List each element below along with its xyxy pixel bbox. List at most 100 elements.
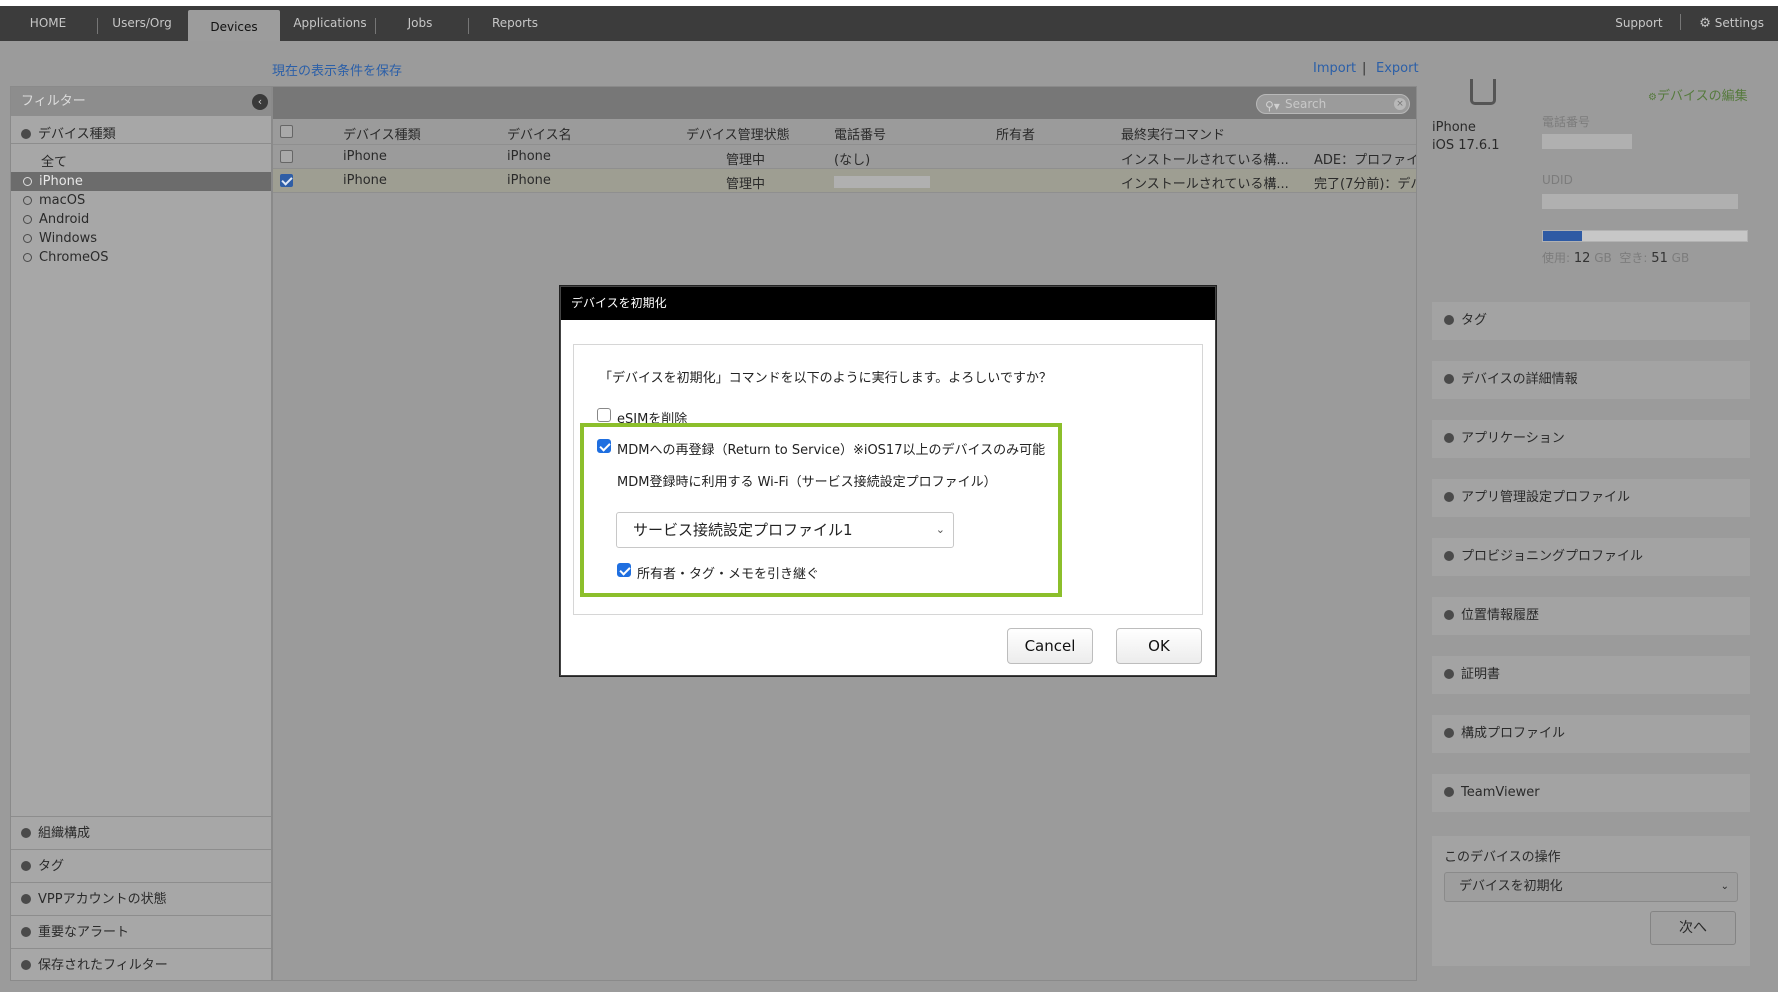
row-checkbox[interactable] [280,174,293,187]
save-view-link[interactable]: 現在の表示条件を保存 [272,60,402,79]
dialog-title: デバイスを初期化 [561,287,1215,320]
radio-icon [23,196,32,205]
section-label: 証明書 [1461,667,1501,682]
section-label: アプリケーション [1461,431,1565,446]
filter-type-label: macOS [39,193,86,208]
expand-icon [1444,610,1454,620]
next-button[interactable]: 次へ [1650,911,1736,945]
filter-type-macos[interactable]: macOS [11,191,271,210]
settings-link[interactable]: Settings [1715,16,1764,30]
expand-icon [1444,787,1454,797]
column-header[interactable]: デバイス名 [507,124,572,143]
table-row[interactable]: iPhone iPhone 管理中 インストールされている構... 完了(7分前… [273,169,1416,193]
tab-users-org[interactable]: Users/Org [100,6,184,41]
radio-icon [23,215,32,224]
radio-icon [23,234,32,243]
filter-section-alerts[interactable]: 重要なアラート [11,915,271,948]
expand-icon [1444,492,1454,502]
column-header[interactable]: 所有者 [996,124,1035,143]
phone-icon [1470,79,1496,105]
filter-title: フィルター [21,94,86,109]
redacted-udid [1542,194,1738,209]
device-operations-box: このデバイスの操作 デバイスを初期化 ⌄ 次へ [1432,836,1750,966]
device-detail-panel: ⚙デバイスの編集 iPhone iOS 17.6.1 電話番号 UDID 使用:… [1418,75,1778,981]
storage-bar-fill [1543,231,1582,241]
table-row[interactable]: iPhone iPhone 管理中 (なし) インストールされている構... A… [273,145,1416,169]
detail-section-app-config[interactable]: アプリ管理設定プロファイル [1432,479,1750,517]
section-label: 位置情報履歴 [1461,608,1540,623]
column-header[interactable]: 電話番号 [834,124,886,143]
tab-applications[interactable]: Applications [290,6,370,41]
filter-section-vpp[interactable]: VPPアカウントの状態 [11,882,271,915]
detail-section-tag[interactable]: タグ [1432,302,1750,340]
section-label: デバイスの詳細情報 [1461,372,1578,387]
section-label: 重要なアラート [38,925,130,940]
detail-section-info[interactable]: デバイスの詳細情報 [1432,361,1750,399]
section-label: 保存されたフィルター [38,958,168,973]
nav-divider [375,18,376,34]
expand-icon [1444,315,1454,325]
nav-right-links: Support ⚙ Settings [1615,6,1764,41]
section-label: タグ [38,859,65,874]
filter-type-label: iPhone [39,174,83,189]
filter-type-all[interactable]: 全て [11,153,271,172]
expand-icon [21,861,31,871]
cancel-button[interactable]: Cancel [1007,628,1093,664]
cell-last-command: インストールされている構... [1121,153,1289,168]
edit-device-label: デバイスの編集 [1656,89,1748,104]
clear-icon[interactable]: × [1394,98,1406,110]
esim-checkbox[interactable] [597,408,611,422]
expand-icon [21,828,31,838]
operation-select[interactable]: デバイスを初期化 ⌄ [1444,872,1738,902]
top-navigation-bar: HOME Users/Org Devices Applications Jobs… [0,6,1778,47]
expand-icon [1444,551,1454,561]
tab-jobs[interactable]: Jobs [395,6,445,41]
radio-icon [23,253,32,262]
device-os: iOS 17.6.1 [1432,138,1500,153]
operations-title: このデバイスの操作 [1444,850,1561,865]
redacted-phone [834,176,930,188]
operation-selected-value: デバイスを初期化 [1459,879,1563,894]
filter-type-label: Windows [39,231,98,246]
edit-device-link[interactable]: ⚙デバイスの編集 [1648,85,1748,104]
expand-icon [21,894,31,904]
storage-free-value: 51 [1651,251,1668,266]
storage-usage: 使用: 12 GB 空き: 51 GB [1542,249,1689,266]
ok-button[interactable]: OK [1116,628,1202,664]
column-header[interactable]: デバイス種類 [343,124,421,143]
filter-section-device-type[interactable]: デバイス種類 [11,123,116,142]
nav-divider [468,18,469,34]
search-input[interactable]: ⚲▾ Search × [1256,94,1410,114]
filter-section-tag[interactable]: タグ [11,849,271,882]
detail-section-apps[interactable]: アプリケーション [1432,420,1750,458]
detail-section-location[interactable]: 位置情報履歴 [1432,597,1750,635]
column-header[interactable]: デバイス管理状態 [686,124,790,143]
tab-reports[interactable]: Reports [482,6,548,41]
filter-section-org[interactable]: 組織構成 [11,816,271,849]
tab-home[interactable]: HOME [16,6,80,41]
filter-section-saved[interactable]: 保存されたフィルター [11,948,271,981]
divider [11,143,271,144]
detail-section-certificates[interactable]: 証明書 [1432,656,1750,694]
detail-section-teamviewer[interactable]: TeamViewer [1432,774,1750,812]
import-link[interactable]: Import [1313,61,1356,76]
detail-section-provisioning[interactable]: プロビジョニングプロファイル [1432,538,1750,576]
search-icon: ⚲▾ [1265,99,1280,113]
collapse-icon[interactable]: ‹ [252,94,268,110]
edit-icon: ⚙ [1648,92,1657,103]
filter-type-android[interactable]: Android [11,210,271,229]
export-link[interactable]: Export [1376,61,1419,76]
column-header[interactable]: 最終実行コマンド [1121,124,1225,143]
detail-section-config-profiles[interactable]: 構成プロファイル [1432,715,1750,753]
select-all-checkbox[interactable] [280,125,293,138]
support-link[interactable]: Support [1615,16,1662,30]
filter-type-chromeos[interactable]: ChromeOS [11,248,271,267]
cell-status: 管理中 [726,177,766,192]
expand-icon [1444,728,1454,738]
filter-type-iphone[interactable]: iPhone [11,172,271,191]
highlight-box [580,423,1062,597]
filter-type-windows[interactable]: Windows [11,229,271,248]
section-label: 組織構成 [38,826,91,841]
row-checkbox[interactable] [280,150,293,163]
cell-status: 管理中 [726,153,766,168]
